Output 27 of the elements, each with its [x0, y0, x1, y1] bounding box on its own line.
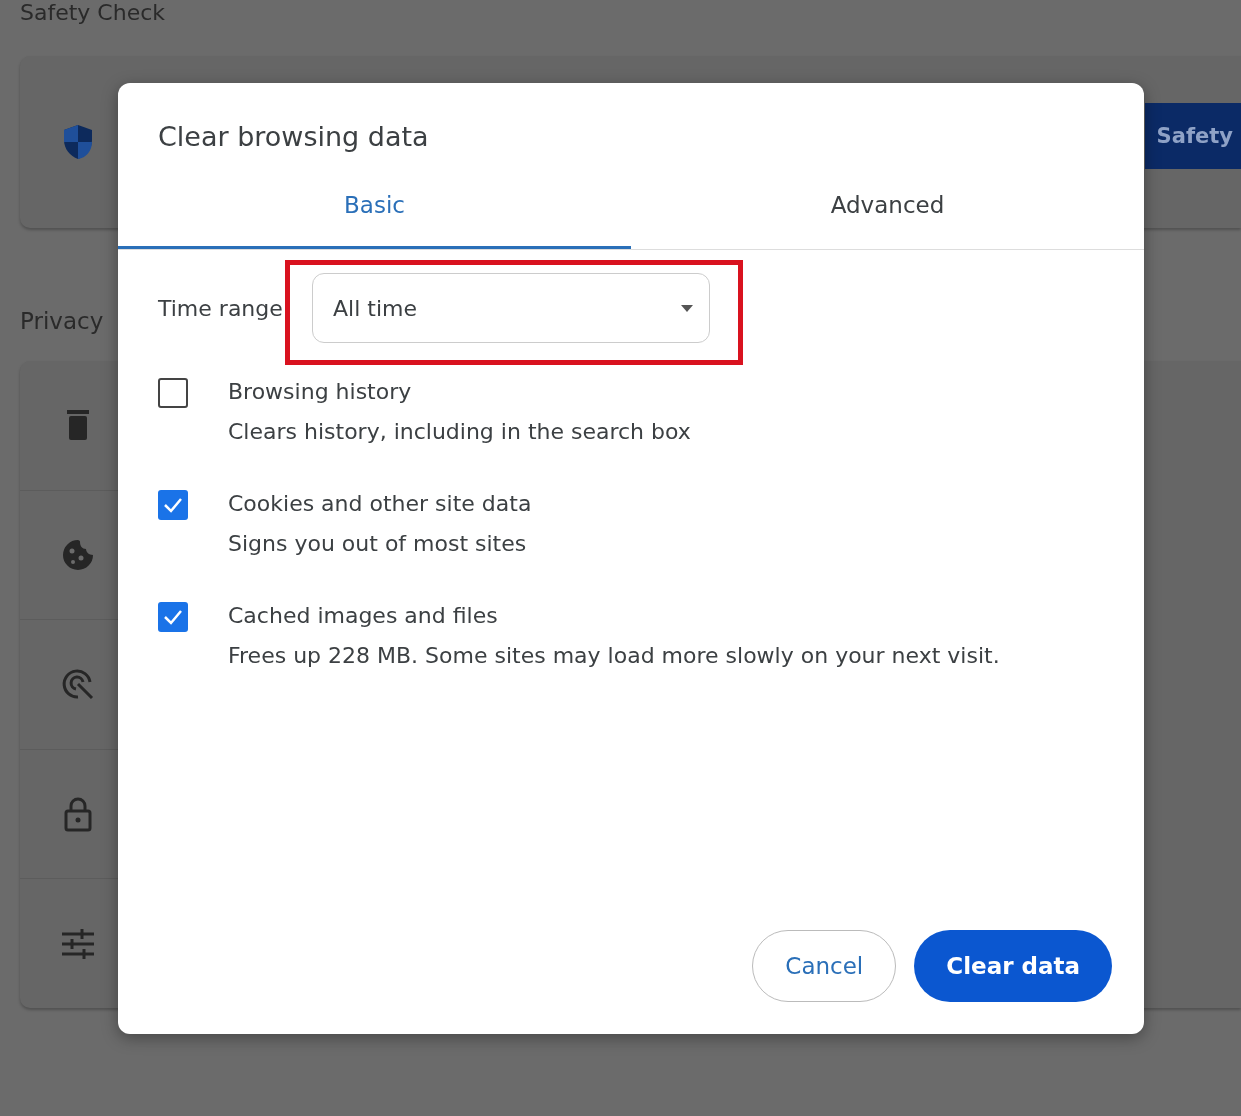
- cancel-button[interactable]: Cancel: [752, 930, 897, 1002]
- clear-data-button[interactable]: Clear data: [914, 930, 1112, 1002]
- option-title: Browsing history: [228, 378, 413, 406]
- safety-check-button[interactable]: Safety: [1144, 103, 1241, 169]
- shield-icon: [62, 124, 94, 160]
- checkbox[interactable]: [158, 378, 188, 408]
- option-title: Cached images and files: [228, 602, 499, 630]
- section-heading: Safety Check: [20, 0, 166, 27]
- option-description: Frees up 228 MB. Some sites may load more slowly on your next visit.: [228, 642, 1000, 670]
- cookie-icon: [61, 537, 95, 572]
- option-title: Cookies and other site data: [228, 490, 532, 518]
- check-icon: [163, 497, 183, 513]
- check-icon: [163, 609, 183, 625]
- lock-icon: [64, 796, 92, 833]
- checkbox[interactable]: [158, 490, 188, 520]
- time-range-dropdown[interactable]: All time: [312, 273, 710, 343]
- caret-icon: [681, 304, 693, 312]
- option-description: Clears history, including in the search box: [228, 418, 691, 446]
- trash-icon: [67, 410, 89, 441]
- tab[interactable]: Basic: [118, 169, 631, 249]
- option-description: Signs you out of most sites: [228, 530, 528, 558]
- field-label: Time range: [158, 295, 284, 321]
- tab[interactable]: Advanced: [631, 169, 1144, 249]
- section-heading: Privacy: [20, 308, 104, 336]
- sliders-icon: [62, 928, 94, 959]
- dialog-title: Clear browsing data: [158, 121, 430, 154]
- checkbox[interactable]: [158, 602, 188, 632]
